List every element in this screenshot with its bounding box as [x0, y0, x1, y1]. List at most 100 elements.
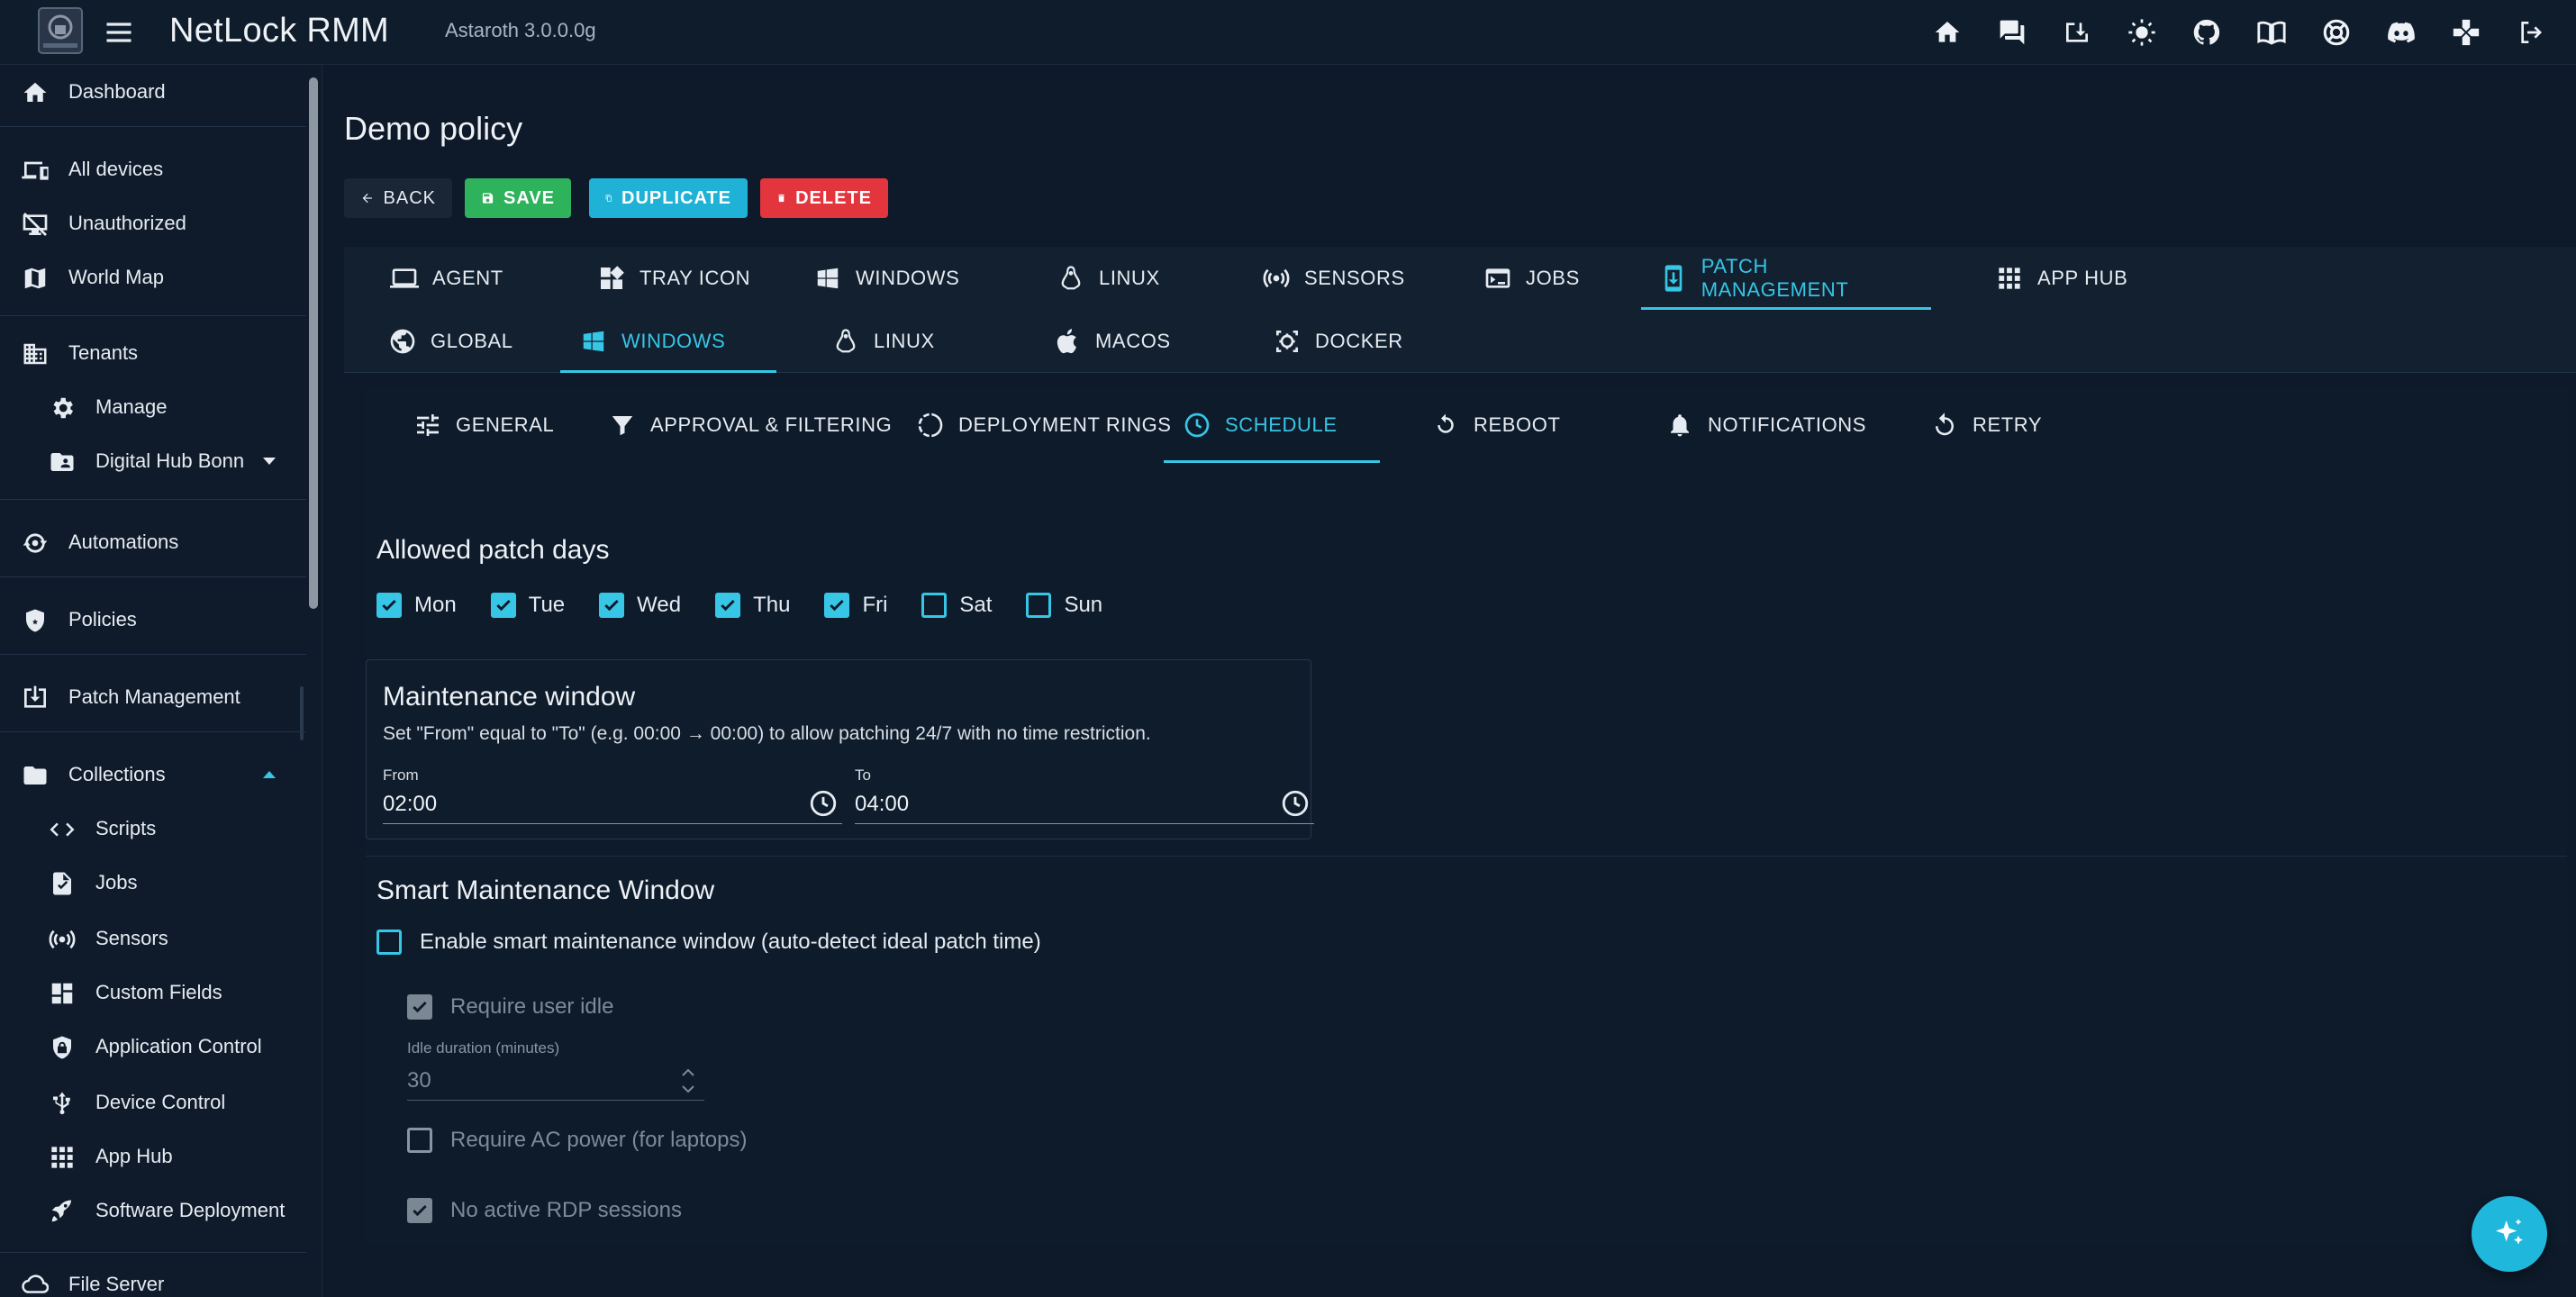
chat-icon[interactable]	[1992, 13, 2032, 52]
ai-assistant-button[interactable]	[2472, 1196, 2547, 1272]
sidebar-item-device-control[interactable]: Device Control	[0, 1075, 306, 1129]
from-value[interactable]: 02:00	[383, 792, 437, 817]
checkbox-checked[interactable]	[599, 593, 625, 618]
checkbox-checked[interactable]	[490, 593, 516, 618]
sidebar-item-file-server[interactable]: File Server	[0, 1257, 306, 1297]
checkbox-unchecked-disabled[interactable]	[407, 1128, 432, 1153]
day-label: Mon	[414, 593, 457, 617]
checkbox-unchecked[interactable]	[921, 593, 948, 618]
code-icon	[47, 814, 77, 845]
tab-schedule[interactable]: SCHEDULE	[1164, 387, 1380, 463]
tab-notifications[interactable]: NOTIFICATIONS	[1646, 387, 1884, 463]
save-button[interactable]: SAVE	[465, 178, 571, 218]
duplicate-button[interactable]: DUPLICATE	[589, 178, 748, 218]
sidebar-item-policies[interactable]: Policies	[0, 593, 306, 647]
menu-toggle-button[interactable]	[103, 16, 135, 49]
back-button[interactable]: BACK	[344, 178, 452, 218]
tab-deployment-rings[interactable]: DEPLOYMENT RINGS	[897, 387, 1190, 463]
checkbox-checked-disabled[interactable]	[407, 1198, 432, 1223]
sidebar-item-label: Software Deployment	[95, 1199, 286, 1221]
tab-os-docker[interactable]: DOCKER	[1254, 310, 1421, 373]
top-actions	[1927, 13, 2551, 52]
chevron-down-icon[interactable]	[261, 456, 277, 467]
from-time-field[interactable]: From 02:00	[383, 761, 842, 824]
sidebar-item-world-map[interactable]: World Map	[0, 250, 306, 304]
require-ac-power-option[interactable]: Require AC power (for laptops)	[407, 1128, 747, 1153]
delete-button[interactable]: DELETE	[760, 178, 888, 218]
chevron-up-icon[interactable]	[261, 769, 277, 780]
checkbox-unchecked[interactable]	[376, 930, 402, 955]
sidebar-item-custom-fields[interactable]: Custom Fields	[0, 966, 306, 1020]
tab-linux[interactable]: LINUX	[1038, 247, 1178, 310]
tab-os-linux[interactable]: LINUX	[812, 310, 953, 373]
docs-icon[interactable]	[2252, 13, 2291, 52]
day-wed[interactable]: Wed	[599, 593, 681, 618]
enable-smart-window-option[interactable]: Enable smart maintenance window (auto-de…	[376, 930, 1041, 955]
checkbox-checked[interactable]	[715, 593, 741, 618]
idle-duration-field[interactable]: Idle duration (minutes) 30	[407, 1036, 704, 1101]
tab-patch-management[interactable]: PATCH MANAGEMENT	[1641, 247, 1931, 310]
sidebar-item-tenants[interactable]: Tenants	[0, 326, 306, 380]
tab-approval-filtering[interactable]: APPROVAL & FILTERING	[589, 387, 910, 463]
to-value[interactable]: 04:00	[855, 792, 909, 817]
home-icon[interactable]	[1927, 13, 1967, 52]
sidebar-scrollbar[interactable]	[309, 77, 318, 609]
stepper-icon[interactable]	[677, 1063, 699, 1099]
day-thu[interactable]: Thu	[715, 593, 790, 618]
trash-icon	[778, 194, 785, 203]
sidebar-item-automations[interactable]: Automations	[0, 515, 306, 569]
day-tue[interactable]: Tue	[490, 593, 565, 618]
clock-icon[interactable]	[808, 788, 839, 819]
tab-tray-icon[interactable]: TRAY ICON	[578, 247, 768, 310]
tab-os-macos[interactable]: MACOS	[1034, 310, 1189, 373]
tab-general[interactable]: GENERAL	[395, 387, 572, 463]
sidebar-item-sensors[interactable]: Sensors	[0, 912, 306, 966]
tab-os-windows[interactable]: WINDOWS	[560, 310, 776, 373]
no-rdp-sessions-option[interactable]: No active RDP sessions	[407, 1198, 682, 1223]
tab-app-hub[interactable]: APP HUB	[1976, 247, 2145, 310]
sidebar-item-jobs[interactable]: Jobs	[0, 856, 306, 910]
day-mon[interactable]: Mon	[376, 593, 457, 618]
sidebar-item-label: Sensors	[95, 927, 168, 949]
cloud-icon	[20, 1270, 50, 1297]
idle-duration-value[interactable]: 30	[407, 1068, 431, 1093]
gamepad-icon[interactable]	[2446, 13, 2486, 52]
tab-reboot[interactable]: REBOOT	[1412, 387, 1579, 463]
tab-global[interactable]: GLOBAL	[369, 310, 531, 373]
theme-icon[interactable]	[2122, 13, 2162, 52]
sidebar-item-unauthorized[interactable]: Unauthorized	[0, 196, 306, 250]
day-sat[interactable]: Sat	[921, 593, 992, 618]
sidebar-item-dashboard[interactable]: Dashboard	[0, 65, 306, 119]
checkbox-unchecked[interactable]	[1026, 593, 1052, 618]
to-time-field[interactable]: To 04:00	[855, 761, 1314, 824]
option-label: Require user idle	[450, 994, 614, 1019]
tab-retry[interactable]: RETRY	[1911, 387, 2060, 463]
sidebar-item-collections[interactable]: Collections	[0, 748, 306, 802]
sidebar-item-scripts[interactable]: Scripts	[0, 802, 306, 856]
checkbox-checked[interactable]	[376, 593, 402, 618]
day-sun[interactable]: Sun	[1026, 593, 1102, 618]
tab-windows[interactable]: WINDOWS	[794, 247, 977, 310]
github-icon[interactable]	[2187, 13, 2227, 52]
tab-sensors[interactable]: SENSORS	[1243, 247, 1423, 310]
sidebar-item-software-deployment[interactable]: Software Deployment	[0, 1184, 306, 1238]
sidebar-item-patch-management[interactable]: Patch Management	[0, 670, 306, 724]
tab-agent[interactable]: AGENT	[371, 247, 522, 310]
tab-jobs[interactable]: JOBS	[1465, 247, 1598, 310]
logout-icon[interactable]	[2511, 13, 2551, 52]
sidebar-item-manage[interactable]: Manage	[0, 380, 306, 434]
support-icon[interactable]	[2317, 13, 2356, 52]
sidebar-item-app-hub[interactable]: App Hub	[0, 1129, 306, 1184]
clock-icon[interactable]	[1280, 788, 1311, 819]
sidebar-item-all-devices[interactable]: All devices	[0, 142, 306, 196]
checkbox-checked-disabled[interactable]	[407, 994, 432, 1020]
day-fri[interactable]: Fri	[824, 593, 887, 618]
checkbox-checked[interactable]	[824, 593, 850, 618]
sidebar-item-application-control[interactable]: Application Control	[0, 1020, 306, 1074]
tab-label: LINUX	[874, 330, 935, 352]
require-user-idle-option[interactable]: Require user idle	[407, 994, 613, 1020]
download-icon[interactable]	[2057, 13, 2097, 52]
sidebar-item-digital-hub-bonn[interactable]: Digital Hub Bonn	[0, 434, 306, 488]
sidebar-divider	[0, 315, 306, 316]
discord-icon[interactable]	[2381, 13, 2421, 52]
